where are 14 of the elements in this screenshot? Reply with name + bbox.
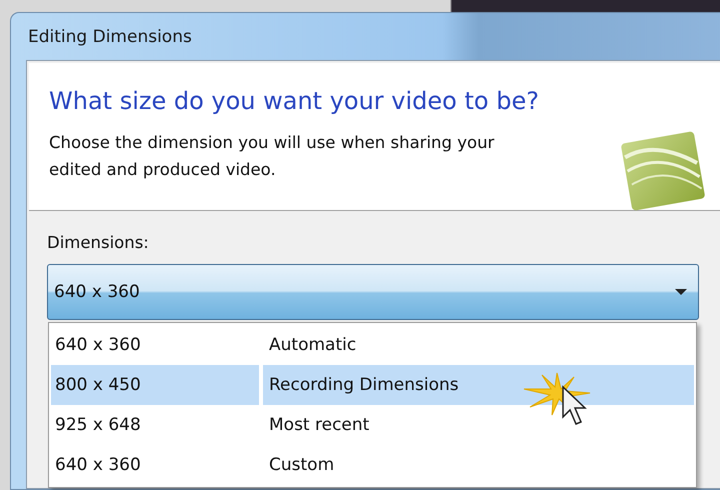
option-name[interactable]: Most recent bbox=[263, 405, 694, 445]
window-title: Editing Dimensions bbox=[27, 26, 193, 47]
dimensions-label: Dimensions: bbox=[47, 233, 150, 252]
dialog-heading: What size do you want your video to be? bbox=[49, 87, 539, 115]
option-name[interactable]: Automatic bbox=[263, 325, 694, 365]
option-size[interactable]: 925 x 648 bbox=[51, 405, 259, 445]
dialog-description: Choose the dimension you will use when sharing your edited and produced video. bbox=[49, 132, 496, 181]
option-name[interactable]: Recording Dimensions bbox=[263, 365, 694, 405]
caret-icon bbox=[674, 288, 688, 296]
option-size[interactable]: 640 x 360 bbox=[51, 325, 259, 365]
dimensions-dropdown[interactable]: 640 x 360 bbox=[47, 264, 699, 320]
option-name[interactable]: Custom bbox=[263, 445, 694, 485]
option-size[interactable]: 640 x 360 bbox=[51, 445, 259, 485]
option-size[interactable]: 800 x 450 bbox=[51, 365, 259, 405]
